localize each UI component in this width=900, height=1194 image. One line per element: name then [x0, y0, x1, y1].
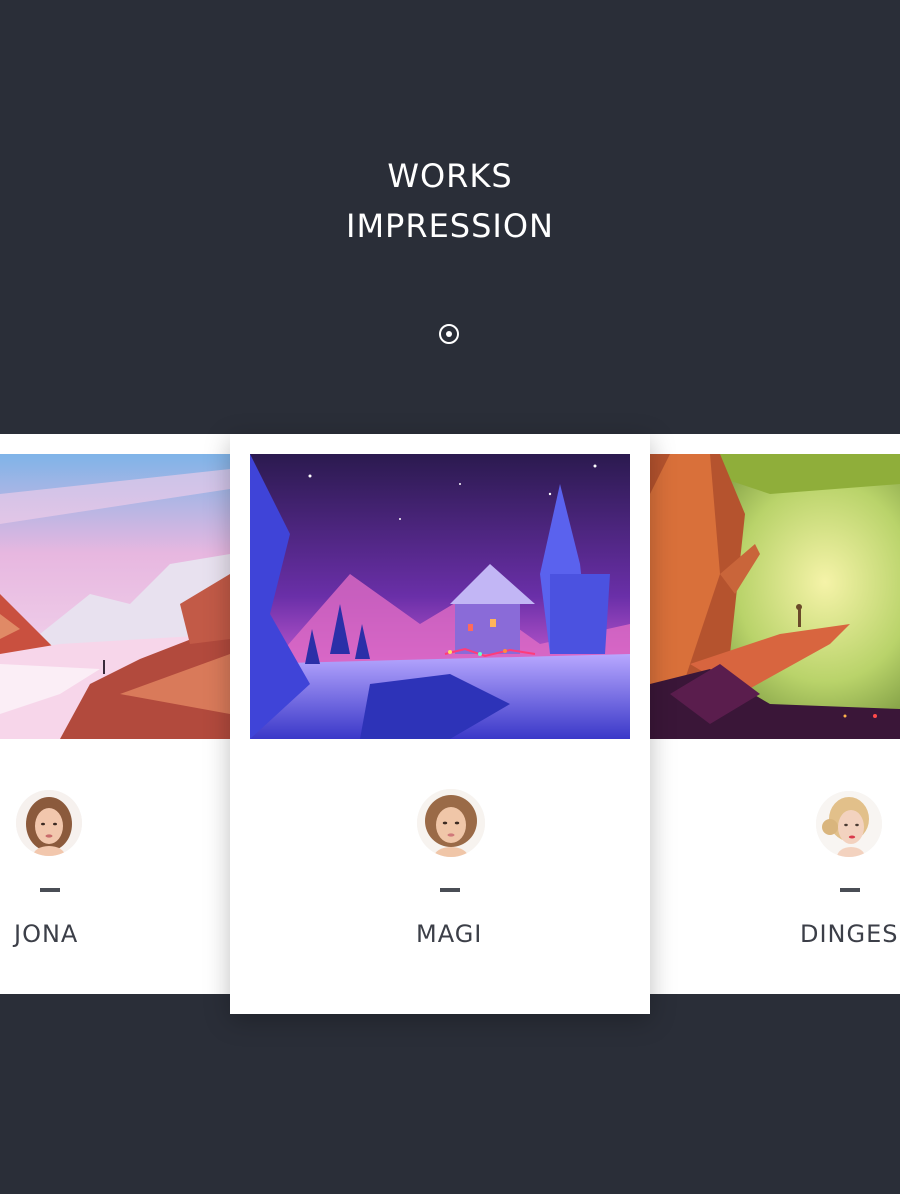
- work-card-jona[interactable]: JONA: [0, 434, 230, 994]
- woman-portrait-avatar: [16, 790, 82, 856]
- header: WORKS IMPRESSION: [0, 0, 900, 434]
- page-title-line1: WORKS: [387, 157, 513, 195]
- mountain-landscape-illustration: [0, 454, 230, 739]
- card-name[interactable]: JONA: [14, 920, 78, 948]
- card-artwork-image: [650, 454, 900, 739]
- card-name[interactable]: DINGES: [800, 920, 899, 948]
- divider-dash: [440, 888, 460, 892]
- work-card-magi[interactable]: MAGI: [230, 434, 650, 1014]
- card-artwork-image: [250, 454, 630, 739]
- avatar: [16, 790, 82, 856]
- divider-dash: [40, 888, 60, 892]
- forest-scene-illustration: [650, 454, 900, 739]
- card-artwork-image: [0, 454, 230, 739]
- divider-dash: [840, 888, 860, 892]
- snowy-cabin-illustration: [250, 454, 630, 739]
- card-name[interactable]: MAGI: [416, 920, 482, 948]
- page-title-line2: IMPRESSION: [346, 207, 554, 245]
- target-dot-icon: [439, 324, 459, 344]
- woman-portrait-avatar: [417, 789, 485, 857]
- avatar: [816, 791, 882, 857]
- woman-portrait-avatar: [816, 791, 882, 857]
- work-card-dinges[interactable]: DINGES: [650, 434, 900, 994]
- avatar: [417, 789, 485, 857]
